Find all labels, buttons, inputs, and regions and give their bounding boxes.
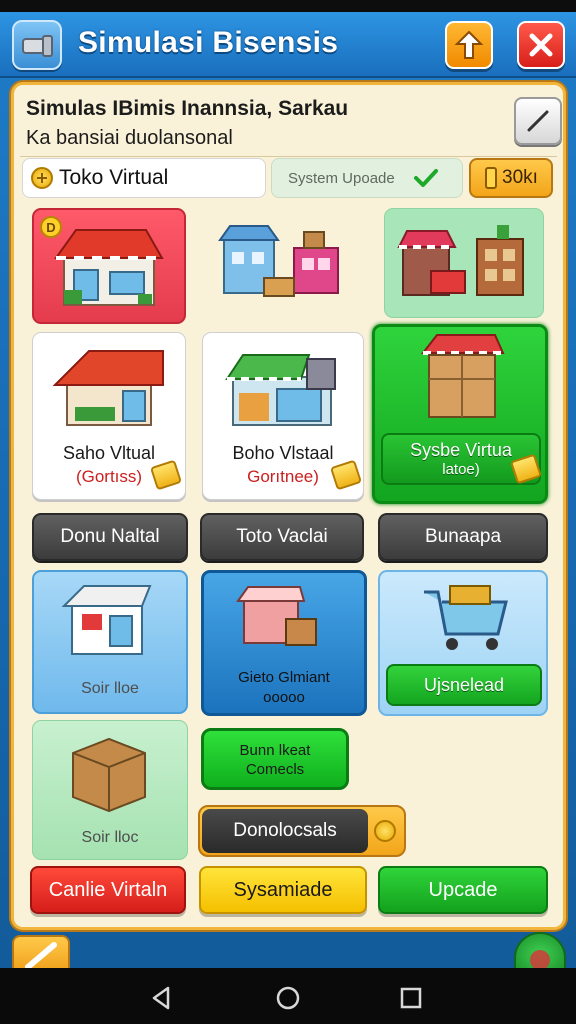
upgrade-arrow-button[interactable] (445, 21, 493, 69)
main-panel: Simulas IBimis Inannsia, Sarkau Ka bansi… (11, 82, 566, 930)
shop-tile-blue[interactable]: Gieto Glmiant ooooo (201, 570, 367, 716)
bulk-line-2: Comecls (245, 761, 305, 778)
tile-caption: Soir lloc (81, 829, 139, 846)
close-icon (529, 33, 553, 57)
level-badge-icon: D (40, 216, 62, 238)
header-bar: Simulasi Bisensis (0, 12, 576, 78)
shop-box-icon (61, 585, 152, 655)
home-icon[interactable] (275, 985, 301, 1011)
system-upgrade-button[interactable]: Sysamiade (199, 866, 367, 914)
shop-tile-mint[interactable] (384, 208, 544, 318)
shop-card-1[interactable]: Saho Vltual (Gortıss) (32, 332, 186, 500)
card-name: Boho Vlstaal (232, 443, 334, 463)
pencil-icon (527, 110, 549, 132)
bulk-line-1: Bunn lkeat (239, 742, 311, 759)
shop-tile-plain[interactable] (204, 208, 358, 324)
grocery-stand-icon (397, 225, 524, 296)
wholesale-label: Donolocsals (202, 809, 368, 853)
info-section: Simulas IBimis Inannsia, Sarkau Ka bansi… (20, 89, 562, 157)
card-price: latoe) (442, 461, 480, 478)
info-subtitle: Ka bansiai duolansonal (26, 127, 233, 149)
market-stall-icon (225, 354, 336, 426)
card-name: Sysbe Virtua (410, 440, 512, 460)
category-button-1[interactable]: Donu Naltal (32, 513, 188, 561)
coin-icon (31, 167, 53, 189)
cancel-virtual-button[interactable]: Canlie Virtaln (30, 866, 186, 914)
card-name: Saho Vltual (62, 443, 156, 463)
recents-icon[interactable] (398, 985, 424, 1011)
shop-card-3-selected[interactable]: Sysbe Virtua latoe) (372, 324, 548, 504)
plus-glyph-icon (37, 173, 47, 183)
tile-price: ooooo (263, 689, 305, 706)
shopping-cart-icon (424, 585, 508, 650)
app-title: Simulasi Bisensis (78, 26, 339, 59)
status-bar (0, 0, 576, 12)
wholesale-pill[interactable]: Donolocsals (198, 805, 406, 857)
bulk-contracts-button[interactable]: Bunn lkeat Comecls (201, 728, 349, 790)
gold-bar-icon (485, 167, 498, 189)
shop-card-2[interactable]: Boho Vlstaal Gorıtnee) (202, 332, 364, 500)
system-nav-bar (0, 968, 576, 1024)
edit-button[interactable] (514, 97, 562, 145)
pipe-logo-icon[interactable] (12, 20, 62, 70)
shop-tile-box[interactable]: Soir lloc (32, 720, 188, 860)
check-icon (413, 169, 438, 187)
category-button-3[interactable]: Bunaapa (378, 513, 548, 561)
upgrade-button-bottom[interactable]: Upcade (378, 866, 548, 914)
coins-value: 30kı (502, 167, 538, 188)
cardboard-box-icon (72, 737, 146, 813)
back-icon[interactable] (148, 985, 174, 1011)
red-roof-house-icon (52, 350, 164, 426)
tile-name: Gieto Glmiant (238, 669, 330, 686)
coins-counter[interactable]: 30kı (469, 158, 553, 198)
pink-shop-icon (236, 586, 317, 646)
shop-tile-cart[interactable]: Ujsnelead (378, 570, 548, 716)
upgrade-button[interactable]: Ujsnelead (386, 664, 542, 706)
shop-label: Toko Virtual (59, 166, 169, 189)
box-shop-icon (420, 334, 505, 418)
info-title: Simulas IBimis Inannsia, Sarkau (26, 97, 349, 120)
category-button-2[interactable]: Toto Vaclai (200, 513, 364, 561)
system-label: System Upoade (288, 169, 395, 187)
arrow-up-icon (454, 30, 484, 59)
pipe-icon (22, 35, 53, 57)
coin-icon (374, 820, 396, 842)
tile-caption: Soir lloe (81, 680, 139, 697)
system-upgrade-pill[interactable]: System Upoade (271, 158, 463, 198)
market-buildings-icon (218, 225, 339, 297)
tab-toko-virtual[interactable]: Toko Virtual (22, 158, 266, 198)
app-screen: Simulasi Bisensis Simulas IBimis Inannsi… (0, 0, 576, 1024)
shop-tile-red[interactable]: D (32, 208, 186, 324)
close-button[interactable] (517, 21, 565, 69)
shop-tile-sky[interactable]: Soir lloe (32, 570, 188, 714)
